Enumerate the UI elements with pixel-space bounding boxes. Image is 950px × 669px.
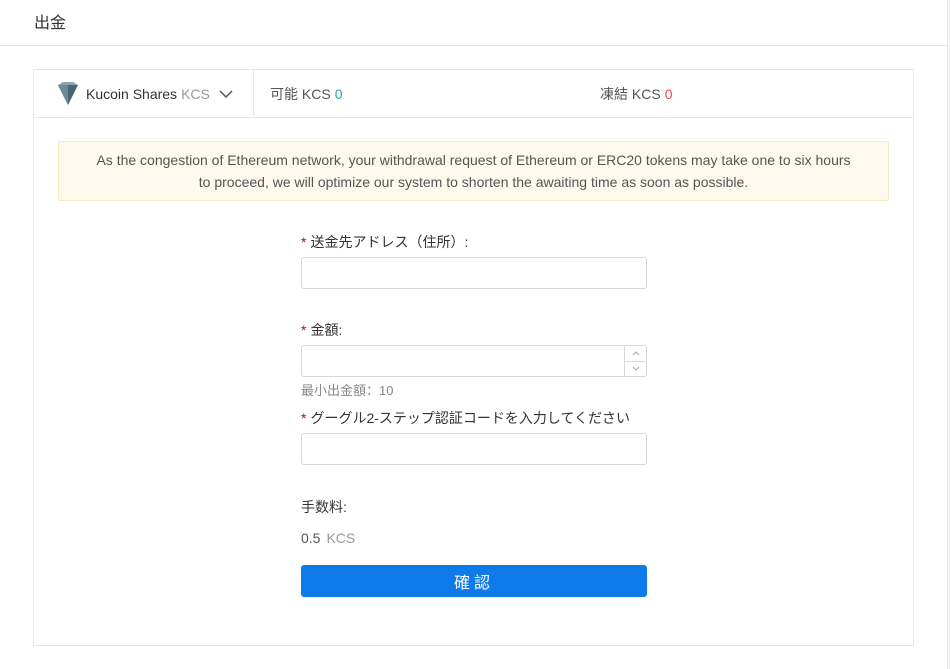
fee-label: 手数料: xyxy=(301,499,347,515)
amount-label-text: 金額: xyxy=(310,322,343,338)
fee-amount: 0.5 xyxy=(301,530,321,546)
required-mark: * xyxy=(301,234,307,250)
fee-value: 0.5 KCS xyxy=(301,530,355,546)
twofa-label-text: グーグル2-ステップ認証コードを入力してください xyxy=(310,410,631,426)
network-congestion-notice: As the congestion of Ethereum network, y… xyxy=(58,141,889,201)
available-balance-label: 可能 KCS xyxy=(270,85,331,102)
confirm-button[interactable]: 確認 xyxy=(301,565,647,597)
page-header: 出金 xyxy=(0,0,947,46)
coin-select-dropdown[interactable]: Kucoin Shares KCS xyxy=(34,70,254,117)
notice-line-2: to proceed, we will optimize our system … xyxy=(198,174,749,190)
kucoin-shares-logo-icon xyxy=(57,81,79,106)
amount-input[interactable] xyxy=(301,345,647,377)
address-label-text: 送金先アドレス（住所）: xyxy=(310,234,469,250)
amount-label: * 金額: xyxy=(301,320,342,340)
available-balance: 可能 KCS 0 xyxy=(270,70,342,117)
twofa-label: * グーグル2-ステップ認証コードを入力してください xyxy=(301,408,630,428)
amount-field xyxy=(301,345,647,377)
withdraw-card: Kucoin Shares KCS 可能 KCS 0 凍結 KCS 0 As t… xyxy=(33,69,914,646)
increment-button[interactable] xyxy=(625,346,646,362)
frozen-balance-value: 0 xyxy=(664,85,673,102)
required-mark: * xyxy=(301,322,307,338)
frozen-balance: 凍結 KCS 0 xyxy=(600,70,672,117)
decrement-button[interactable] xyxy=(625,362,646,377)
chevron-down-icon xyxy=(219,89,233,99)
twofa-code-input[interactable] xyxy=(301,433,647,465)
coin-symbol: KCS xyxy=(181,85,210,102)
min-amount-hint: 最小出金額：10 xyxy=(301,383,394,398)
page-title: 出金 xyxy=(34,14,67,32)
chevron-down-icon xyxy=(632,366,639,371)
coin-name: Kucoin Shares xyxy=(86,85,178,102)
card-header: Kucoin Shares KCS 可能 KCS 0 凍結 KCS 0 xyxy=(34,70,913,118)
fee-unit: KCS xyxy=(326,530,356,546)
amount-stepper xyxy=(624,346,646,376)
address-label: * 送金先アドレス（住所）: xyxy=(301,232,468,252)
frozen-balance-label: 凍結 KCS xyxy=(600,85,661,102)
available-balance-value: 0 xyxy=(334,85,343,102)
address-input[interactable] xyxy=(301,257,647,289)
withdraw-page: 出金 Kucoin Shares KCS 可能 KCS 0 凍結 KCS 0 A… xyxy=(0,0,948,669)
chevron-up-icon xyxy=(632,351,639,356)
required-mark: * xyxy=(301,410,307,426)
notice-line-1: As the congestion of Ethereum network, y… xyxy=(96,152,851,168)
